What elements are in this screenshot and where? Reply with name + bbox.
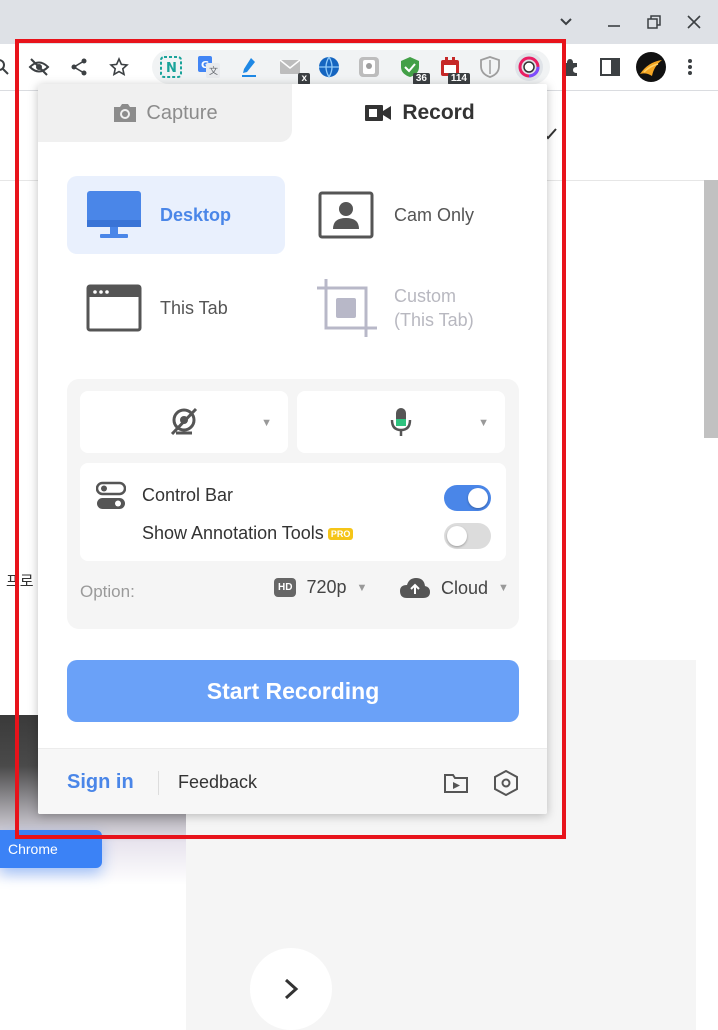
- toggle-options: Control Bar Show Annotation Tools PRO: [80, 463, 506, 561]
- sign-in-link[interactable]: Sign in: [67, 771, 134, 794]
- calendar-extension-icon[interactable]: 114: [436, 53, 470, 85]
- mode-cam-only[interactable]: Cam Only: [300, 176, 518, 254]
- mode-custom-label-line1: Custom: [394, 286, 457, 306]
- camera-select[interactable]: ▼: [80, 391, 288, 453]
- more-menu-icon[interactable]: [676, 53, 704, 81]
- microphone-select[interactable]: ▼: [297, 391, 505, 453]
- video-camera-icon: [365, 105, 392, 121]
- webcam-portrait-icon: [318, 191, 374, 239]
- shield-check-extension-icon[interactable]: 36: [396, 53, 430, 85]
- annotation-tools-toggle-knob: [447, 526, 467, 546]
- mail-extension-icon[interactable]: x: [276, 53, 310, 85]
- desktop-monitor-icon: [87, 191, 141, 238]
- mode-desktop[interactable]: Desktop: [67, 176, 285, 254]
- camera-select-caret-icon: ▼: [261, 417, 272, 429]
- svg-text:文: 文: [209, 65, 218, 77]
- footer-divider: [158, 771, 159, 795]
- minimize-icon[interactable]: [602, 10, 626, 34]
- mode-this-tab[interactable]: This Tab: [67, 269, 285, 347]
- annotation-tools-label: Show Annotation Tools PRO: [142, 523, 354, 544]
- mode-this-tab-label: This Tab: [160, 297, 228, 318]
- notion-extension-icon[interactable]: N: [157, 53, 185, 81]
- video-folder-icon[interactable]: [442, 769, 470, 797]
- pen-extension-icon[interactable]: [235, 53, 263, 81]
- crop-area-icon: [317, 279, 377, 337]
- profile-avatar[interactable]: [636, 52, 666, 82]
- mode-custom-label: Custom (This Tab): [394, 284, 474, 332]
- globe-extension-icon[interactable]: [315, 53, 343, 81]
- browser-tab-icon: [86, 284, 142, 332]
- close-window-icon[interactable]: [682, 10, 706, 34]
- pro-badge: PRO: [327, 528, 354, 541]
- mode-custom[interactable]: Custom (This Tab): [300, 269, 518, 347]
- shield-extension-icon[interactable]: [476, 53, 504, 81]
- mode-desktop-label: Desktop: [160, 204, 232, 225]
- contact-extension-icon[interactable]: [355, 53, 383, 81]
- page-chrome-button-label: Chrome: [8, 841, 58, 857]
- microphone-select-caret-icon: ▼: [478, 417, 489, 429]
- start-recording-button[interactable]: Start Recording: [67, 660, 519, 722]
- page-side-text: 프로: [6, 573, 34, 590]
- tab-record[interactable]: Record: [292, 84, 547, 142]
- page-scrollbar[interactable]: [704, 180, 718, 438]
- popup-footer: Sign in Feedback: [38, 748, 547, 814]
- annotation-tools-label-text: Show Annotation Tools: [142, 523, 324, 543]
- recorder-popup: Capture Record Desktop Cam Only This Tab…: [38, 84, 547, 814]
- microphone-icon: [390, 408, 412, 436]
- storage-select[interactable]: Cloud ▼: [399, 577, 509, 599]
- option-label: Option:: [80, 582, 135, 601]
- browser-title-bar: [0, 0, 718, 44]
- screen-recorder-extension-icon[interactable]: [515, 53, 543, 81]
- chevron-right-icon: [284, 978, 299, 1000]
- control-bar-toggle-knob: [468, 488, 488, 508]
- quality-value: 720p: [306, 577, 347, 597]
- extensions-puzzle-icon[interactable]: [556, 53, 584, 81]
- bookmark-star-icon[interactable]: [104, 52, 134, 82]
- control-bar-toggle[interactable]: [444, 485, 491, 511]
- tab-capture[interactable]: Capture: [38, 84, 292, 142]
- storage-value: Cloud: [441, 577, 489, 598]
- tab-search-chevron-icon[interactable]: [554, 10, 578, 34]
- storage-caret-icon: ▼: [498, 582, 509, 594]
- popup-tabs: Capture Record: [38, 84, 547, 142]
- search-icon[interactable]: [0, 52, 16, 82]
- eye-off-icon[interactable]: [24, 52, 54, 82]
- page-next-button[interactable]: [250, 948, 332, 1030]
- feedback-link[interactable]: Feedback: [178, 772, 257, 793]
- tab-record-label: Record: [402, 101, 475, 124]
- page-chrome-button[interactable]: Chrome: [0, 830, 102, 868]
- settings-hexagon-icon[interactable]: [492, 769, 520, 797]
- mode-custom-label-line2: (This Tab): [394, 310, 474, 330]
- restore-icon[interactable]: [642, 10, 666, 34]
- side-panel-icon[interactable]: [596, 53, 624, 81]
- hd-badge-icon: HD: [274, 578, 297, 597]
- control-bar-icon: [96, 481, 126, 509]
- quality-caret-icon: ▼: [356, 581, 368, 594]
- camera-off-icon: [170, 407, 198, 436]
- tab-capture-label: Capture: [146, 101, 218, 124]
- camera-icon: [114, 104, 137, 122]
- annotation-tools-toggle[interactable]: [444, 523, 491, 549]
- control-bar-label: Control Bar: [142, 485, 234, 505]
- quality-select[interactable]: HD 720p ▼: [274, 577, 367, 598]
- cloud-upload-icon: [400, 578, 430, 598]
- recording-settings-panel: ▼ ▼ Control Bar Show Annotation Tools PRO…: [67, 379, 519, 629]
- svg-text:N: N: [166, 61, 177, 76]
- mode-cam-only-label: Cam Only: [394, 204, 475, 225]
- google-translate-icon[interactable]: G文: [195, 53, 223, 81]
- share-icon[interactable]: [64, 52, 94, 82]
